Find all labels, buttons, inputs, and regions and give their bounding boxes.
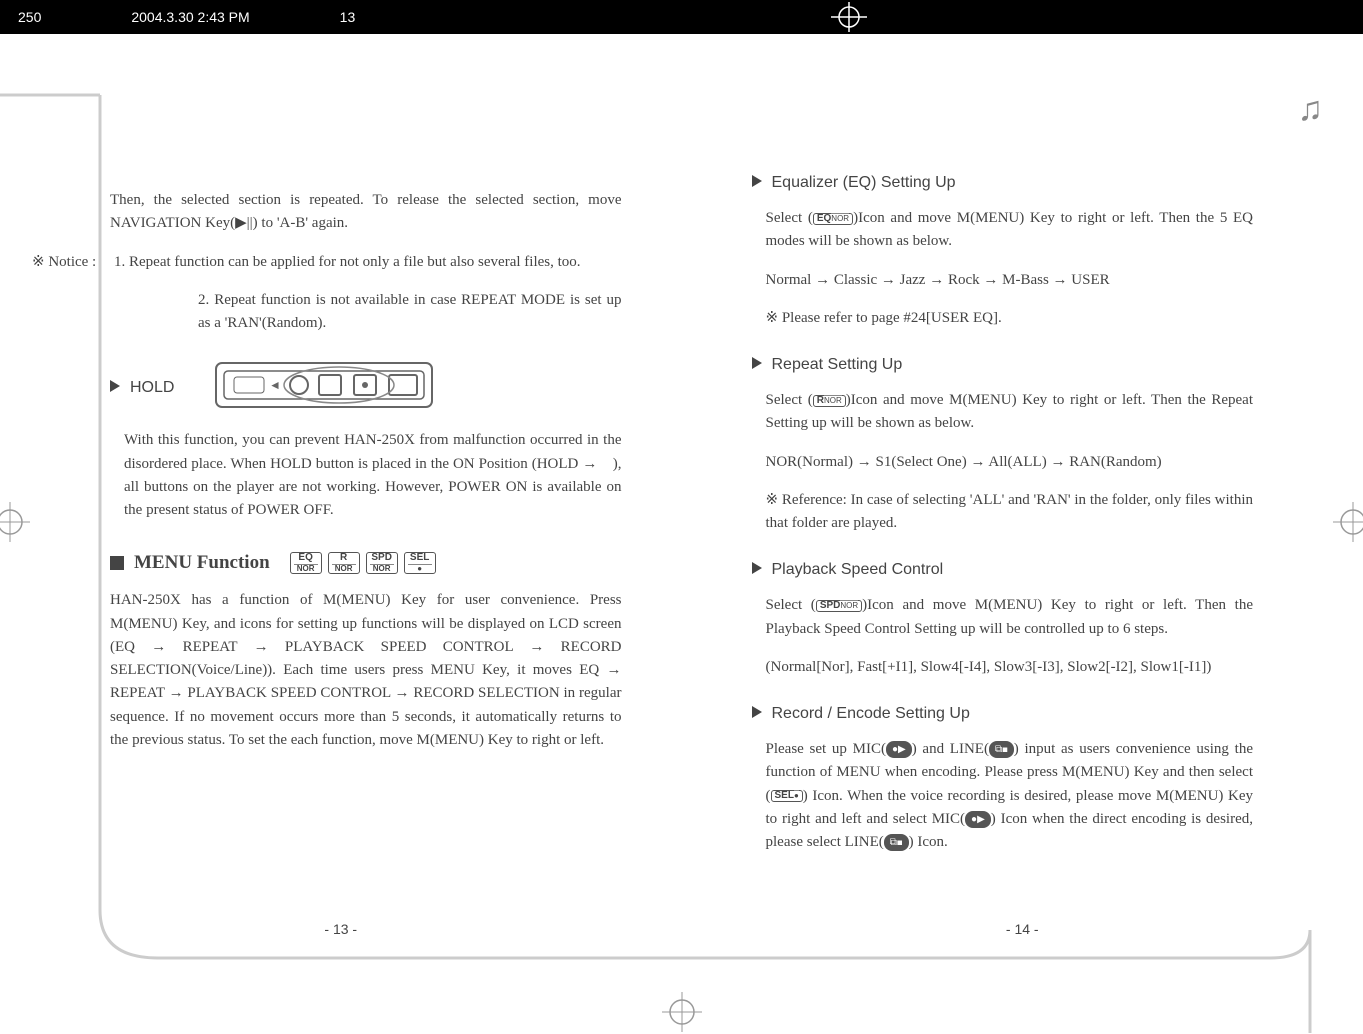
mic-icon: ●▶ bbox=[886, 741, 912, 759]
repeat-sequence: NOR(Normal) → S1(Select One) → All(ALL) … bbox=[752, 451, 1254, 474]
ab-repeat-paragraph: Then, the selected section is repeated. … bbox=[110, 189, 622, 236]
square-bullet-icon bbox=[110, 556, 124, 570]
eq-icon: EQNOR bbox=[813, 213, 853, 225]
triangle-bullet-icon bbox=[752, 356, 762, 374]
triangle-bullet-icon bbox=[752, 561, 762, 579]
record-heading: Record / Encode Setting Up bbox=[752, 705, 1254, 723]
print-header: 250 2004.3.30 2:43 PM 13 bbox=[0, 0, 1363, 34]
triangle-bullet-icon bbox=[752, 705, 762, 723]
registration-mark-left bbox=[0, 500, 32, 544]
hold-switch-diagram: ◄ bbox=[214, 361, 434, 414]
repeat-heading: Repeat Setting Up bbox=[752, 356, 1254, 374]
doc-id: 250 bbox=[0, 9, 41, 25]
menu-body: HAN-250X has a function of M(MENU) Key f… bbox=[110, 589, 622, 752]
record-body: Please set up MIC(●▶) and LINE(⧉◼) input… bbox=[752, 738, 1254, 854]
page-14: Equalizer (EQ) Setting Up Select (EQNOR)… bbox=[682, 34, 1363, 1027]
notice-line-1: ※ Notice :1. Repeat function can be appl… bbox=[110, 251, 622, 274]
eq-sequence: Normal → Classic → Jazz → Rock → M-Bass … bbox=[752, 269, 1254, 292]
eq-note: ※ Please refer to page #24[USER EQ]. bbox=[752, 307, 1254, 330]
speed-heading: Playback Speed Control bbox=[752, 561, 1254, 579]
speed-list: (Normal[Nor], Fast[+I1], Slow4[-I4], Slo… bbox=[752, 656, 1254, 679]
svg-text:◄: ◄ bbox=[269, 378, 281, 392]
page-13: Then, the selected section is repeated. … bbox=[0, 34, 682, 1027]
registration-mark-bottom bbox=[660, 990, 704, 1034]
line-icon: ⧉◼ bbox=[989, 741, 1014, 759]
triangle-bullet-icon bbox=[752, 174, 762, 192]
mic-icon: ●▶ bbox=[965, 811, 991, 829]
registration-mark-right bbox=[1331, 500, 1363, 544]
eq-heading: Equalizer (EQ) Setting Up bbox=[752, 174, 1254, 192]
speed-icon: SPDNOR bbox=[366, 552, 398, 574]
line-icon: ⧉◼ bbox=[884, 834, 909, 852]
triangle-bullet-icon bbox=[110, 379, 120, 397]
page-number-14: - 14 - bbox=[1006, 921, 1039, 937]
document-spread: Then, the selected section is repeated. … bbox=[0, 34, 1363, 1027]
select-icon: SEL● bbox=[771, 790, 803, 802]
print-page: 13 bbox=[250, 9, 356, 25]
repeat-icon: RNOR bbox=[813, 395, 846, 407]
speed-icon: SPDNOR bbox=[816, 600, 862, 612]
select-icon: SEL● bbox=[404, 552, 436, 574]
hold-heading: HOLD ◄ bbox=[110, 361, 622, 414]
repeat-body: Select (RNOR)Icon and move M(MENU) Key t… bbox=[752, 389, 1254, 436]
repeat-icon: RNOR bbox=[328, 552, 360, 574]
hold-body: With this function, you can prevent HAN-… bbox=[110, 429, 622, 522]
page-number-13: - 13 - bbox=[324, 921, 357, 937]
eq-body: Select (EQNOR)Icon and move M(MENU) Key … bbox=[752, 207, 1254, 254]
speed-body: Select (SPDNOR)Icon and move M(MENU) Key… bbox=[752, 594, 1254, 641]
menu-function-heading: MENU Function EQNOR RNOR SPDNOR SEL● bbox=[110, 552, 622, 574]
eq-icon: EQNOR bbox=[290, 552, 322, 574]
print-timestamp: 2004.3.30 2:43 PM bbox=[41, 9, 249, 25]
registration-mark-top bbox=[819, 2, 899, 32]
repeat-reference: ※ Reference: In case of selecting 'ALL' … bbox=[752, 489, 1254, 536]
notice-line-2: 2. Repeat function is not available in c… bbox=[110, 289, 622, 336]
menu-icon-strip: EQNOR RNOR SPDNOR SEL● bbox=[290, 552, 436, 574]
